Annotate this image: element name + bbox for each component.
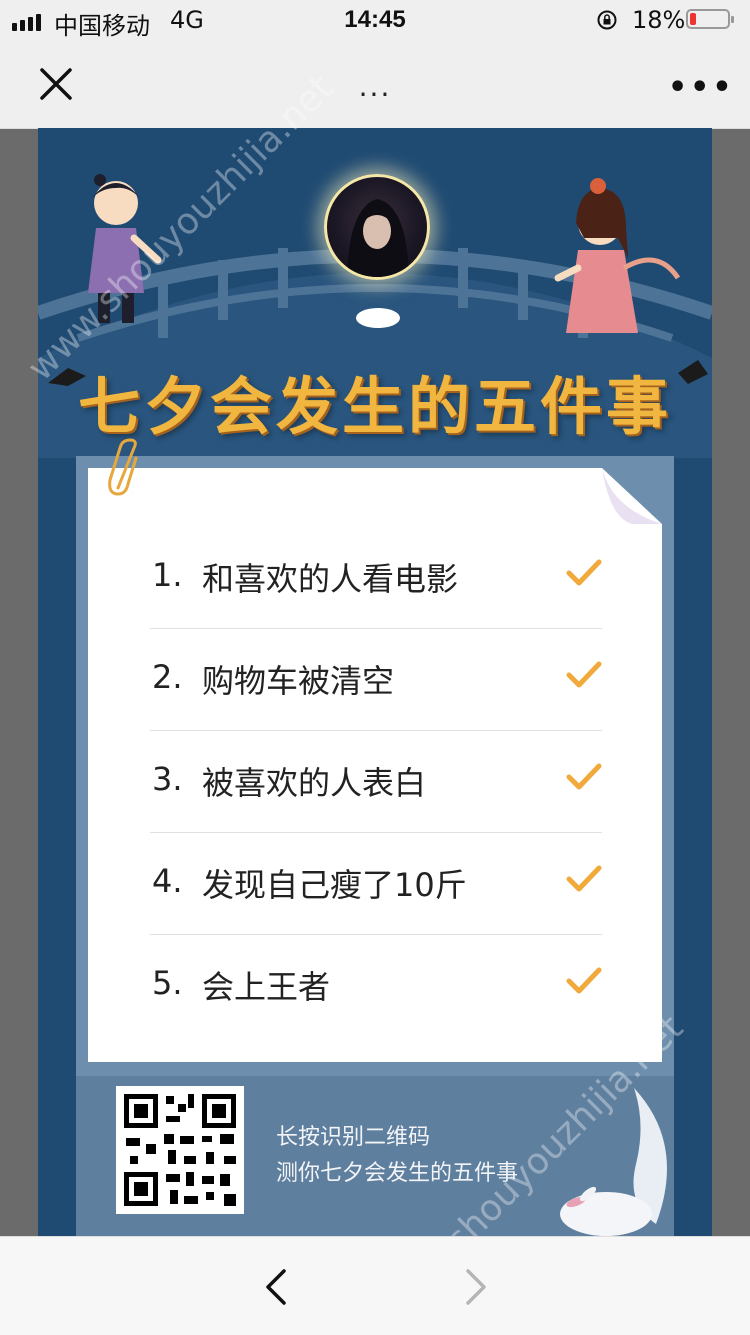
girl-figure [554,178,681,333]
qr-code-pattern [124,1094,236,1206]
page-fold-decoration [602,468,662,524]
item-number: 1. [152,556,183,594]
qr-code[interactable] [116,1086,244,1214]
battery-percent: 18% [632,6,686,34]
item-number: 4. [152,862,183,900]
qr-caption: 长按识别二维码 测你七夕会发生的五件事 [276,1120,518,1192]
checkmark-icon [566,967,602,994]
item-number: 2. [152,658,183,696]
list-item: 5. 会上王者 [150,934,602,1036]
rotation-lock-icon [597,10,617,30]
poster-headline: 七夕会发生的五件事 [77,370,672,443]
list-item: 2. 购物车被清空 [150,628,602,731]
chevron-right-icon[interactable] [462,1267,490,1307]
more-menu-button[interactable]: ••• [668,70,735,105]
nav-bar: ... ••• [0,40,750,129]
checkmark-icon [566,559,602,586]
item-number: 3. [152,760,183,798]
list-item: 3. 被喜欢的人表白 [150,730,602,833]
item-label: 会上王者 [202,968,331,1006]
battery-icon [686,9,734,29]
chevron-left-icon[interactable] [262,1267,290,1307]
list-card: 1. 和喜欢的人看电影 2. 购物车被清空 3. 被喜欢的人表白 4. 发现自己… [88,468,662,1062]
page-title: ... [358,70,392,103]
status-bar: 中国移动 4G 14:45 18% [0,0,750,40]
paper-clip-icon [108,438,138,496]
checkmark-icon [566,865,602,892]
checkmark-icon [566,763,602,790]
avatar [324,174,430,280]
item-label: 被喜欢的人表白 [202,764,427,802]
item-number: 5. [152,964,183,1002]
list-item: 4. 发现自己瘦了10斤 [150,832,602,935]
list-item: 1. 和喜欢的人看电影 [150,526,602,629]
qr-caption-line1: 长按识别二维码 [276,1125,431,1150]
item-label: 发现自己瘦了10斤 [202,866,467,904]
item-label: 和喜欢的人看电影 [202,560,459,598]
item-label: 购物车被清空 [202,662,395,700]
browser-toolbar [0,1236,750,1335]
checkmark-icon [566,661,602,688]
